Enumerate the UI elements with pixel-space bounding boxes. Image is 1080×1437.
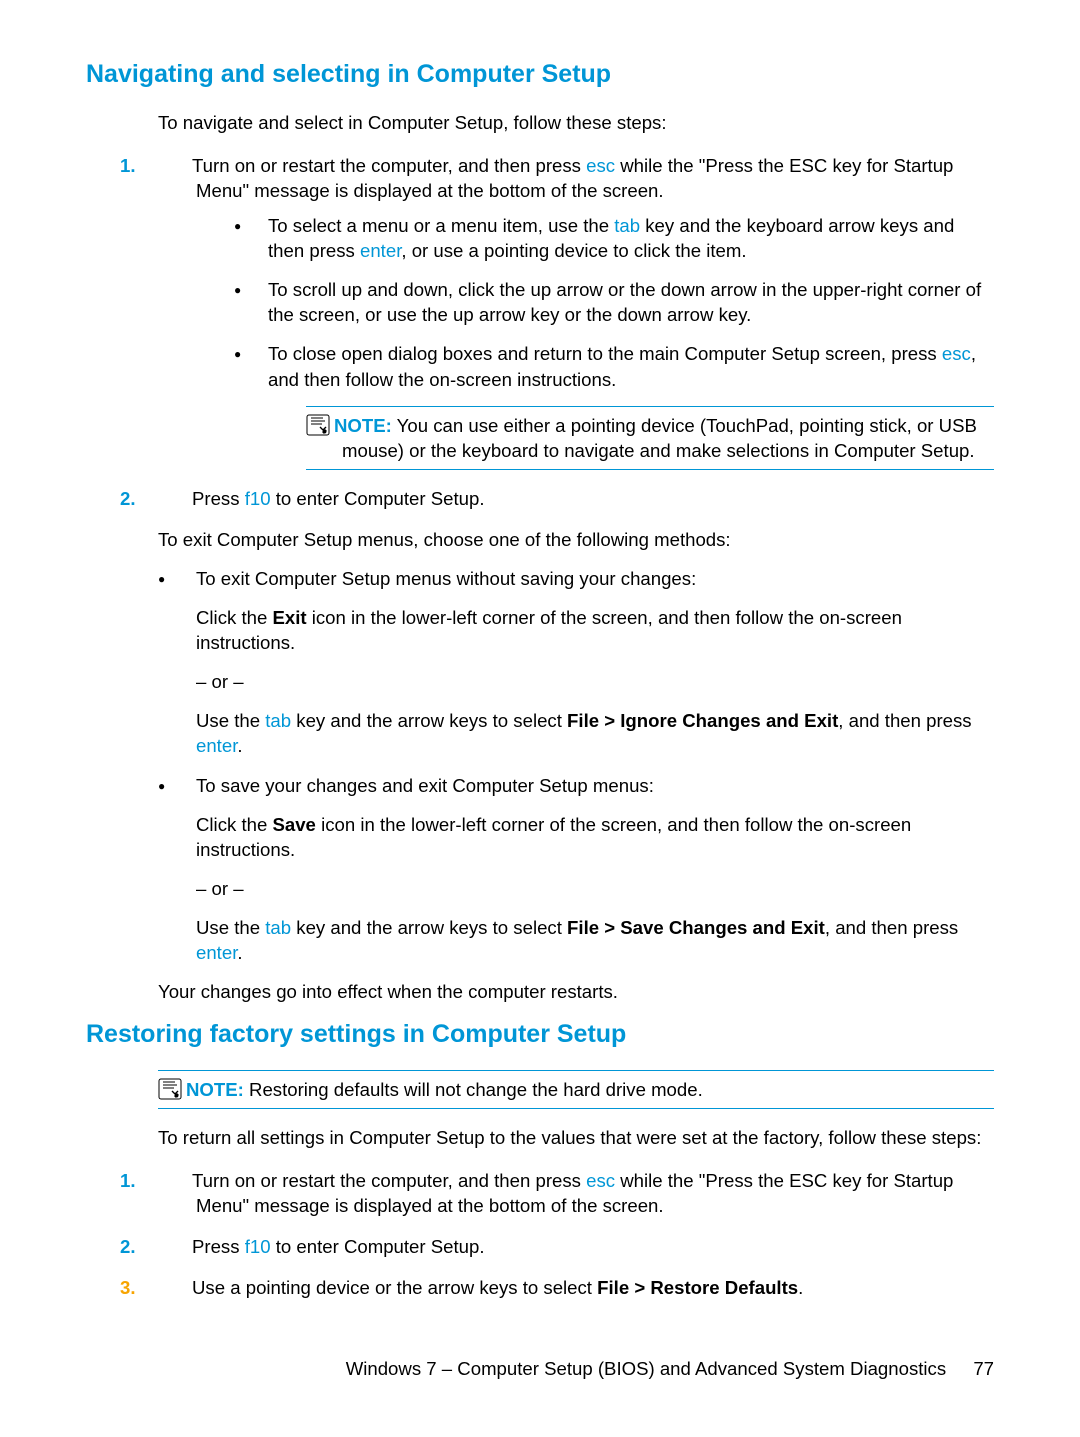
step2-post: to enter Computer Setup. xyxy=(271,488,485,509)
key-esc-3: esc xyxy=(586,1170,615,1191)
page-number: 77 xyxy=(973,1358,994,1379)
sub2-text: To scroll up and down, click the up arro… xyxy=(268,279,981,325)
restore-defaults-bold: File > Restore Defaults xyxy=(597,1277,798,1298)
save-bold: Save xyxy=(272,814,315,835)
note-box-1: NOTE: You can use either a pointing devi… xyxy=(306,406,994,470)
key-esc: esc xyxy=(586,155,615,176)
sub-bullet-3: To close open dialog boxes and return to… xyxy=(234,341,994,391)
note1-body: You can use either a pointing device (To… xyxy=(342,415,977,461)
step-number: 2. xyxy=(158,1234,192,1259)
r-step-2: 2.Press f10 to enter Computer Setup. xyxy=(158,1234,994,1259)
exit-b2-p2: Use the tab key and the arrow keys to se… xyxy=(196,915,994,965)
restore-intro: To return all settings in Computer Setup… xyxy=(158,1125,994,1150)
key-tab-3: tab xyxy=(265,917,291,938)
sub-bullet-2: To scroll up and down, click the up arro… xyxy=(234,277,994,327)
exit-b1-text: To exit Computer Setup menus without sav… xyxy=(196,568,696,589)
note-label: NOTE: xyxy=(186,1079,244,1100)
step-number: 1. xyxy=(158,1168,192,1193)
rstep2-post: to enter Computer Setup. xyxy=(271,1236,485,1257)
section-heading-restoring: Restoring factory settings in Computer S… xyxy=(86,1018,994,1052)
exit-b1-p2: Use the tab key and the arrow keys to se… xyxy=(196,708,994,758)
step2-pre: Press xyxy=(192,488,245,509)
ignore-changes-bold: File > Ignore Changes and Exit xyxy=(567,710,838,731)
key-tab-2: tab xyxy=(265,710,291,731)
exit-bold: Exit xyxy=(272,607,306,628)
sub1-pre: To select a menu or a menu item, use the xyxy=(268,215,614,236)
sub3-pre: To close open dialog boxes and return to… xyxy=(268,343,942,364)
exit-b2-text: To save your changes and exit Computer S… xyxy=(196,775,654,796)
step-2: 2.Press f10 to enter Computer Setup. xyxy=(158,486,994,511)
exit-intro: To exit Computer Setup menus, choose one… xyxy=(158,527,994,552)
step-number: 1. xyxy=(158,153,192,178)
step-1: 1.Turn on or restart the computer, and t… xyxy=(158,153,994,470)
note-icon xyxy=(306,414,330,436)
exit-b1-p1: Click the Exit icon in the lower-left co… xyxy=(196,605,994,655)
intro-text: To navigate and select in Computer Setup… xyxy=(158,110,994,135)
rstep2-pre: Press xyxy=(192,1236,245,1257)
r-step-3: 3.Use a pointing device or the arrow key… xyxy=(158,1275,994,1300)
sub-bullet-1: To select a menu or a menu item, use the… xyxy=(234,213,994,263)
step-number: 2. xyxy=(158,486,192,511)
key-tab: tab xyxy=(614,215,640,236)
rstep1-pre: Turn on or restart the computer, and the… xyxy=(192,1170,586,1191)
section-heading-navigating: Navigating and selecting in Computer Set… xyxy=(86,58,994,92)
key-enter-2: enter xyxy=(196,735,237,756)
step-number: 3. xyxy=(158,1275,192,1300)
or-divider: – or – xyxy=(196,669,994,694)
key-enter: enter xyxy=(360,240,401,261)
note2-body: Restoring defaults will not change the h… xyxy=(244,1079,703,1100)
or-divider-2: – or – xyxy=(196,876,994,901)
sub1-post: , or use a pointing device to click the … xyxy=(401,240,746,261)
key-esc-2: esc xyxy=(942,343,971,364)
step1-text-pre: Turn on or restart the computer, and the… xyxy=(192,155,586,176)
effect-text: Your changes go into effect when the com… xyxy=(158,979,994,1004)
r-step-1: 1.Turn on or restart the computer, and t… xyxy=(158,1168,994,1218)
note-icon xyxy=(158,1078,182,1100)
key-f10-2: f10 xyxy=(245,1236,271,1257)
save-changes-bold: File > Save Changes and Exit xyxy=(567,917,825,938)
note-label: NOTE: xyxy=(334,415,392,436)
footer-text: Windows 7 – Computer Setup (BIOS) and Ad… xyxy=(346,1358,946,1379)
rstep3-pre: Use a pointing device or the arrow keys … xyxy=(192,1277,597,1298)
page-footer: Windows 7 – Computer Setup (BIOS) and Ad… xyxy=(346,1356,994,1381)
note-box-2: NOTE: Restoring defaults will not change… xyxy=(158,1070,994,1109)
exit-bullet-1: To exit Computer Setup menus without sav… xyxy=(158,566,994,591)
key-enter-3: enter xyxy=(196,942,237,963)
exit-bullet-2: To save your changes and exit Computer S… xyxy=(158,773,994,798)
exit-b2-p1: Click the Save icon in the lower-left co… xyxy=(196,812,994,862)
key-f10: f10 xyxy=(245,488,271,509)
